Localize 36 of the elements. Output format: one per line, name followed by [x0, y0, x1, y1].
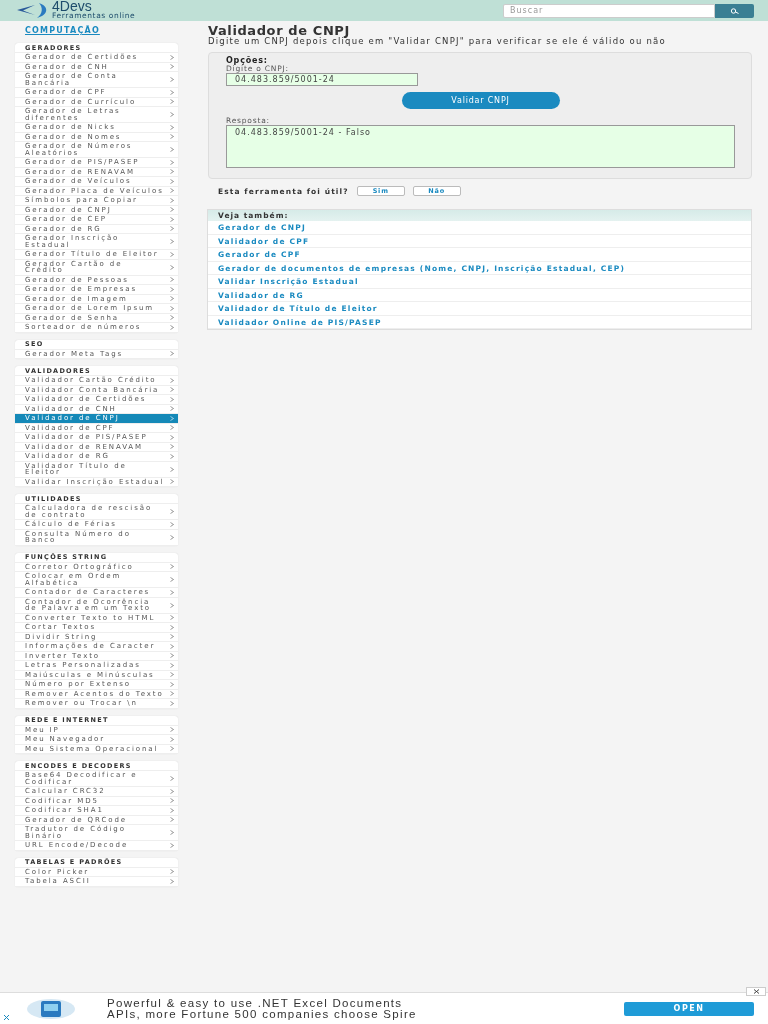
- category-link[interactable]: COMPUTAÇÃO: [15, 21, 178, 36]
- chevron-right-icon: [170, 776, 174, 781]
- chevron-right-icon: [170, 77, 174, 82]
- search-button[interactable]: [715, 3, 754, 18]
- chevron-right-icon: [170, 564, 174, 570]
- chevron-right-icon: [170, 147, 174, 152]
- chevron-right-icon: [170, 351, 174, 357]
- chevron-right-icon: [170, 466, 174, 472]
- chevron-right-icon: [170, 521, 174, 527]
- chevron-right-icon: [170, 509, 174, 514]
- chevron-right-icon: [170, 830, 174, 835]
- chevron-right-icon: [170, 479, 174, 485]
- chevron-right-icon: [170, 842, 174, 848]
- answer-field[interactable]: 04.483.859/5001-24 - Falso: [226, 125, 735, 168]
- chevron-right-icon: [170, 534, 174, 540]
- close-button[interactable]: [746, 987, 766, 996]
- chevron-right-icon: [170, 239, 174, 244]
- search-icon: [730, 7, 739, 14]
- validate-button[interactable]: Validar CNPJ: [401, 92, 560, 109]
- close-icon: [752, 989, 760, 994]
- page-description: Digite um CNPJ depois clique em "Validar CNPJ" para verificar se ele é válido ou não: [208, 37, 667, 46]
- ad-app-icon: [25, 997, 77, 1020]
- cnpj-field[interactable]: 04.483.859/5001-24: [226, 73, 418, 86]
- chevron-right-icon: [170, 602, 174, 608]
- chevron-right-icon: [170, 264, 174, 270]
- chevron-right-icon: [170, 251, 174, 257]
- options-heading: Opções:: [226, 56, 269, 65]
- ad-choices-icon[interactable]: [3, 1014, 10, 1021]
- search-field[interactable]: Buscar: [503, 3, 715, 18]
- page-title: Validador de CNPJ: [208, 24, 350, 37]
- logo-title: 4Devs: [52, 1, 92, 12]
- chevron-right-icon: [170, 589, 174, 595]
- chevron-right-icon: [170, 112, 174, 117]
- ad-text: Powerful & easy to use .NET Excel Documents: [107, 997, 404, 1009]
- ad-text: APIs, more Fortune 500 companies choose Spire: [107, 1008, 418, 1020]
- chevron-right-icon: [170, 577, 174, 582]
